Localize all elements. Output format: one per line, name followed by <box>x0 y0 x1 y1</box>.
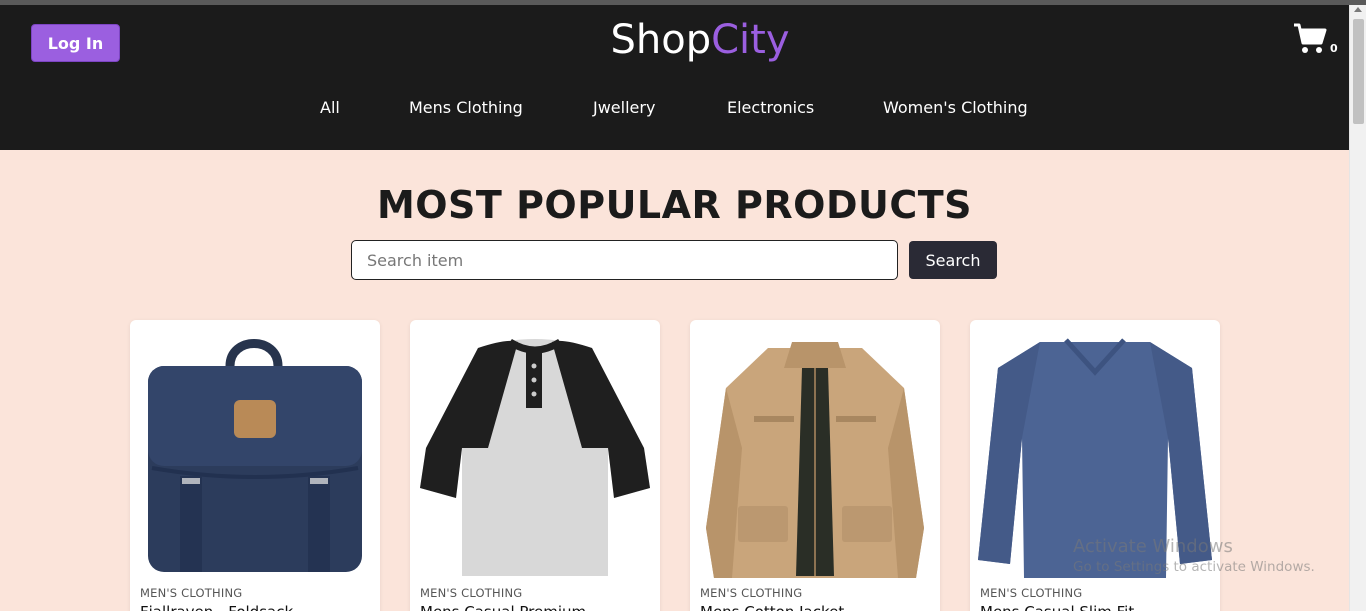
nav-item-electronics[interactable]: Electronics <box>727 98 814 117</box>
product-category: MEN'S CLOTHING <box>980 586 1083 600</box>
brand-part-shop: Shop <box>610 17 712 63</box>
watermark-title: Activate Windows <box>1073 536 1233 557</box>
category-nav: All Mens Clothing Jwellery Electronics W… <box>0 98 1349 122</box>
product-card[interactable]: MEN'S CLOTHING Mens Cotton Jacket <box>690 320 940 611</box>
page-title: MOST POPULAR PRODUCTS <box>376 183 973 227</box>
product-card[interactable]: MEN'S CLOTHING Fjallraven - Foldsack <box>130 320 380 611</box>
product-category: MEN'S CLOTHING <box>140 586 243 600</box>
brand-part-city: City <box>711 17 790 63</box>
nav-item-mens-clothing[interactable]: Mens Clothing <box>409 98 523 117</box>
site-header: Log In ShopCity 0 All Mens Clothing Jwel… <box>0 5 1349 150</box>
product-image-backpack <box>148 339 362 572</box>
brand-logo[interactable]: ShopCity <box>0 17 1366 63</box>
product-card[interactable]: MEN'S CLOTHING Mens Casual Premium <box>410 320 660 611</box>
shopping-cart-icon <box>1294 23 1327 53</box>
product-image-henley-shirt <box>420 338 650 576</box>
nav-item-all[interactable]: All <box>320 98 340 117</box>
activate-windows-watermark: Activate Windows Go to Settings to activ… <box>1073 536 1315 575</box>
nav-item-womens-clothing[interactable]: Women's Clothing <box>883 98 1028 117</box>
cart-count-badge: 0 <box>1330 42 1338 55</box>
nav-item-jwellery[interactable]: Jwellery <box>593 98 655 117</box>
product-name: Mens Cotton Jacket <box>700 603 844 611</box>
product-category: MEN'S CLOTHING <box>420 586 523 600</box>
search-input[interactable] <box>351 240 898 280</box>
page-scrollbar[interactable] <box>1349 5 1366 611</box>
product-category: MEN'S CLOTHING <box>700 586 803 600</box>
product-name: Mens Casual Slim Fit <box>980 603 1134 611</box>
watermark-subtitle: Go to Settings to activate Windows. <box>1073 559 1315 575</box>
scroll-up-arrow-icon[interactable] <box>1354 7 1362 12</box>
product-name: Mens Casual Premium <box>420 603 586 611</box>
cart-button[interactable]: 0 <box>1293 23 1343 63</box>
scrollbar-thumb[interactable] <box>1353 19 1364 124</box>
product-image-jacket <box>706 342 924 578</box>
search-button[interactable]: Search <box>909 241 997 279</box>
product-name: Fjallraven - Foldsack <box>140 603 293 611</box>
